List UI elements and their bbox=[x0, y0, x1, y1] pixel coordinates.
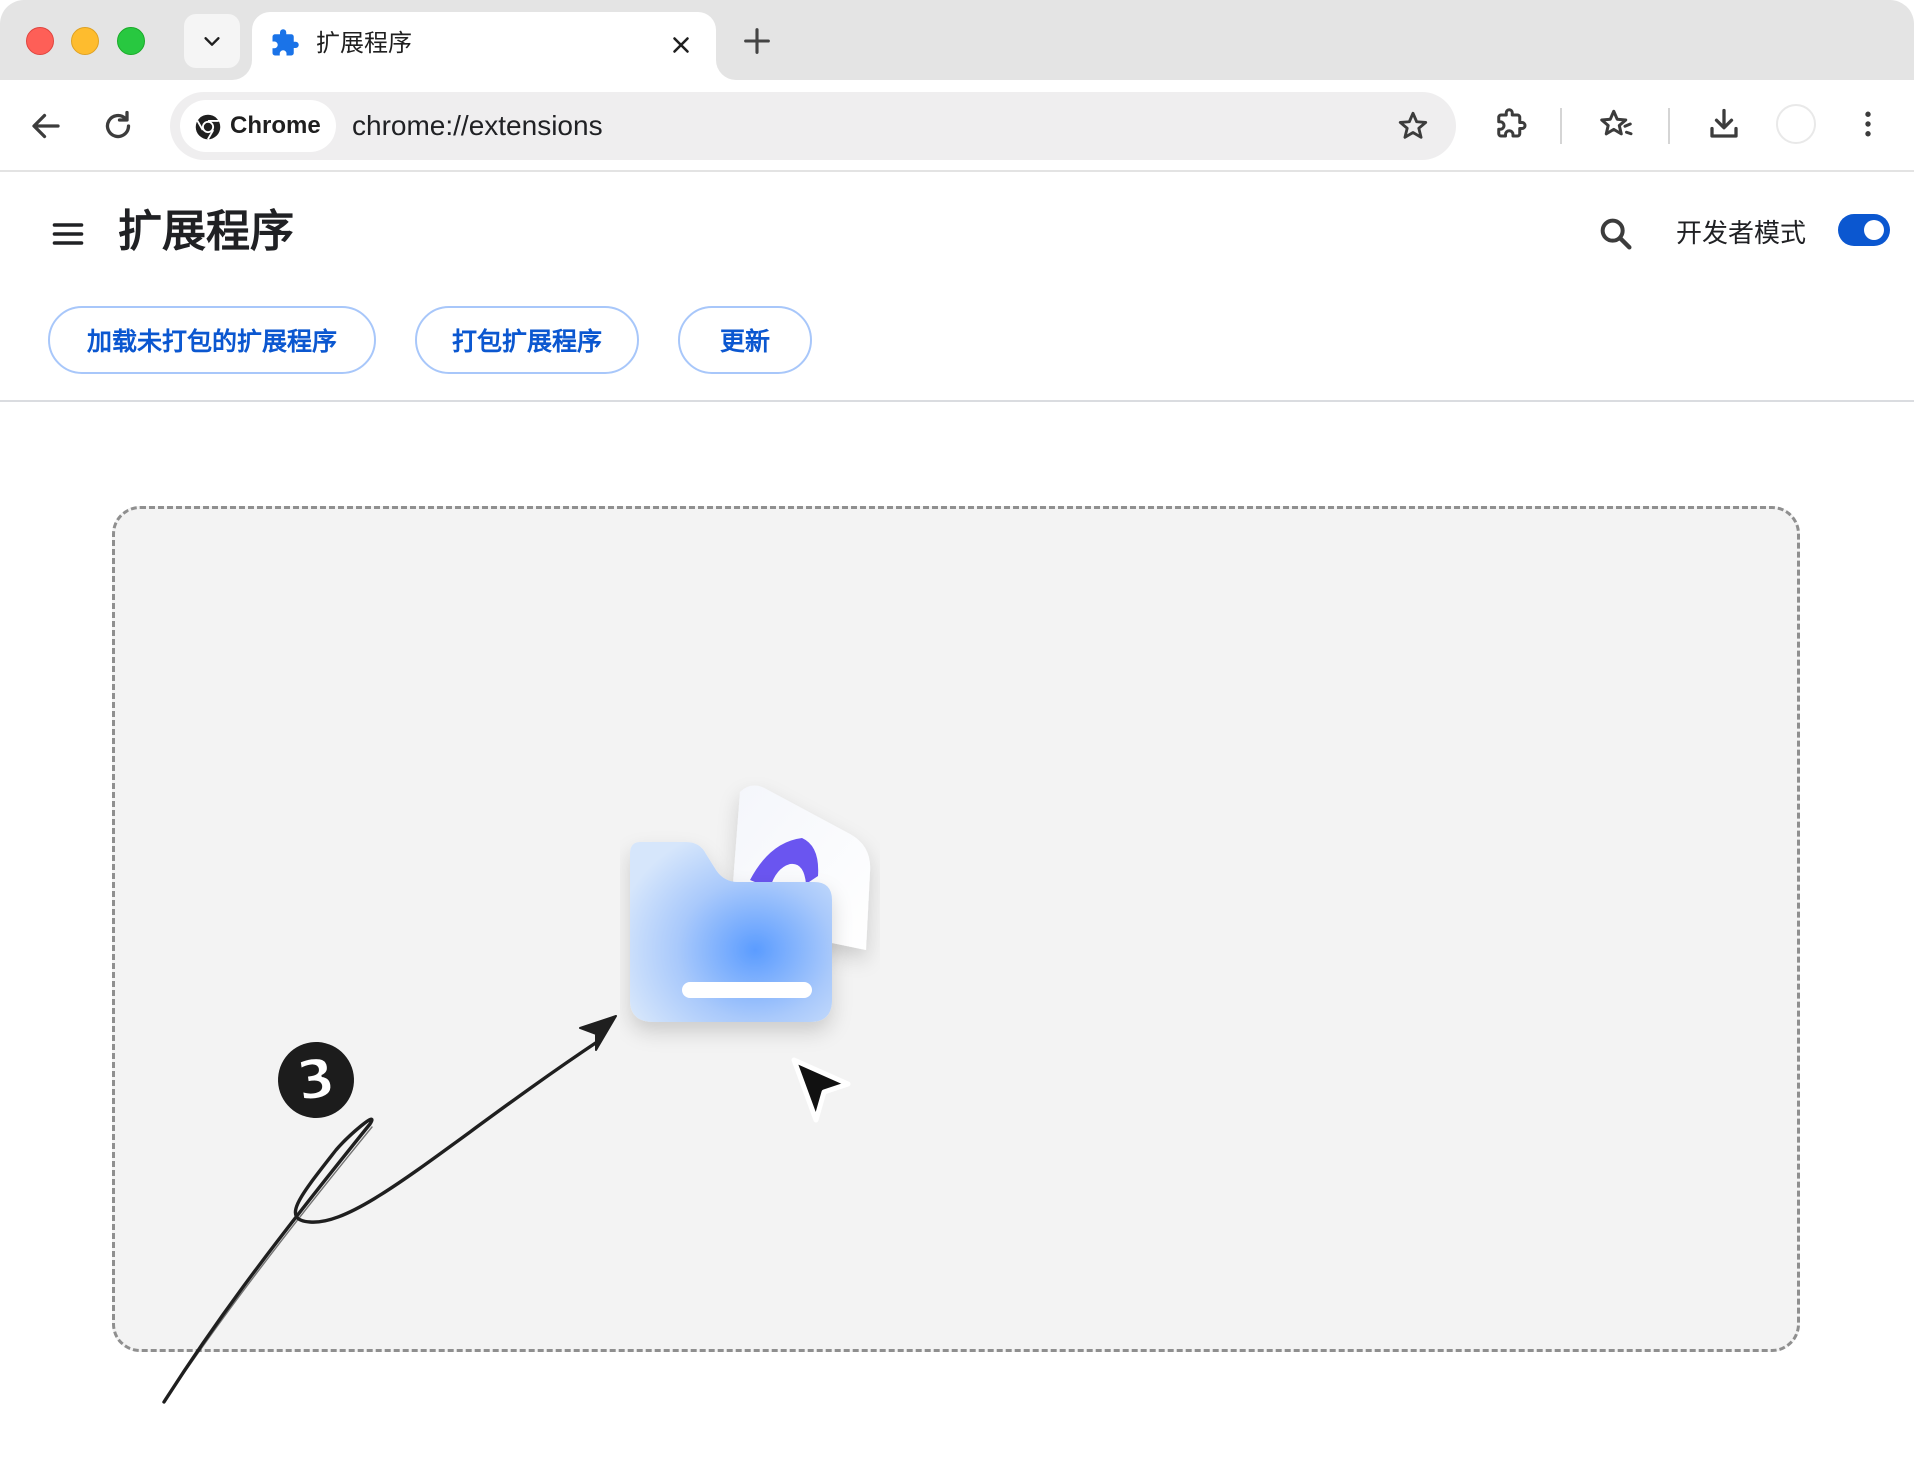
maximize-window-button[interactable] bbox=[117, 27, 145, 55]
page-title: 扩展程序 bbox=[118, 206, 294, 257]
site-info-chip[interactable]: Chrome bbox=[180, 100, 336, 152]
mouse-pointer-icon bbox=[791, 1057, 851, 1123]
new-tab-plus-icon[interactable] bbox=[740, 24, 774, 58]
toolbar-separator bbox=[1560, 108, 1562, 144]
search-icon[interactable] bbox=[1596, 214, 1636, 254]
toolbar: Chrome chrome://extensions bbox=[0, 80, 1914, 172]
toggle-knob bbox=[1864, 220, 1884, 240]
browser-window: 扩展程序 Chrome chrome://extensions 扩展程序 开发者… bbox=[0, 0, 1914, 1462]
bookmarks-star-icon[interactable] bbox=[1598, 106, 1634, 142]
annotation-arrow bbox=[162, 1015, 617, 1404]
tab-extensions[interactable]: 扩展程序 bbox=[252, 12, 716, 80]
folder-icon bbox=[630, 785, 871, 1022]
step-number: 3 bbox=[292, 1045, 340, 1115]
close-icon[interactable] bbox=[668, 32, 694, 58]
pack-extension-button[interactable]: 打包扩展程序 bbox=[415, 306, 639, 374]
back-arrow-icon[interactable] bbox=[28, 108, 64, 144]
update-button[interactable]: 更新 bbox=[678, 306, 812, 374]
tab-title: 扩展程序 bbox=[316, 29, 412, 57]
extensions-puzzle-icon[interactable] bbox=[1492, 106, 1528, 142]
bookmark-star-icon[interactable] bbox=[1396, 109, 1430, 143]
reload-icon[interactable] bbox=[100, 108, 136, 144]
close-window-button[interactable] bbox=[26, 27, 54, 55]
toolbar-separator bbox=[1668, 108, 1670, 144]
puzzle-icon bbox=[272, 29, 299, 56]
minimize-window-button[interactable] bbox=[71, 27, 99, 55]
developer-mode-toggle[interactable] bbox=[1838, 214, 1890, 246]
more-vertical-icon[interactable] bbox=[1850, 106, 1886, 142]
tab-strip: 扩展程序 bbox=[0, 0, 1914, 80]
chevron-down-icon bbox=[204, 37, 220, 46]
url-text[interactable]: chrome://extensions bbox=[352, 107, 603, 145]
profile-avatar[interactable] bbox=[1776, 104, 1816, 144]
extensions-header: 扩展程序 开发者模式 加载未打包的扩展程序 打包扩展程序 更新 bbox=[0, 172, 1914, 402]
address-bar[interactable]: Chrome chrome://extensions bbox=[170, 92, 1456, 160]
chip-label: Chrome bbox=[230, 112, 321, 139]
developer-mode-label: 开发者模式 bbox=[1676, 219, 1807, 249]
load-unpacked-button[interactable]: 加载未打包的扩展程序 bbox=[48, 306, 376, 374]
download-icon[interactable] bbox=[1706, 106, 1742, 142]
chrome-logo-icon bbox=[195, 114, 221, 140]
menu-icon[interactable] bbox=[50, 216, 86, 252]
